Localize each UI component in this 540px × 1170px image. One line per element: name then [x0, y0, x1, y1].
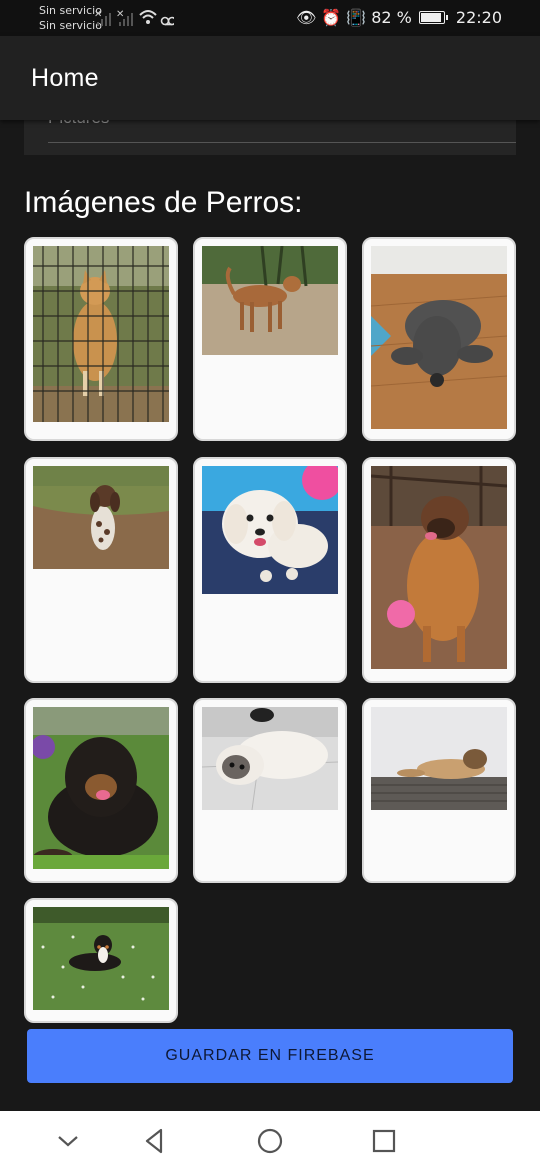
dog-photo-card[interactable] [24, 898, 178, 1023]
signal-wifi-icons: ✕ ✕ [94, 9, 174, 26]
dog-photo-card[interactable] [24, 457, 178, 683]
shih-tzu-lying-photo [202, 707, 338, 810]
brown-dog-standing-photo [202, 246, 338, 355]
svg-text:✕: ✕ [94, 9, 102, 20]
recents-square-icon[interactable] [368, 1125, 400, 1157]
bernese-puppy-in-grass-photo [33, 907, 169, 1010]
back-triangle-icon[interactable] [138, 1125, 170, 1157]
app-bar: Home [0, 36, 540, 120]
battery-icon [418, 11, 448, 24]
spaniel-in-field-photo [33, 466, 169, 569]
dog-photo-card[interactable] [193, 698, 347, 883]
shiba-behind-fence-photo [33, 246, 169, 422]
tibetan-mastiff-photo [33, 707, 169, 869]
eye-icon: 👁 [296, 8, 317, 27]
dog-photo-card[interactable] [193, 457, 347, 683]
system-nav-bar [0, 1111, 540, 1170]
svg-text:✕: ✕ [116, 9, 124, 20]
dog-photo-card[interactable] [362, 457, 516, 683]
gallery-title: Imágenes de Perros: [24, 186, 303, 219]
dog-photo-card[interactable] [193, 237, 347, 441]
save-to-firebase-button[interactable]: GUARDAR EN FIREBASE [27, 1029, 513, 1083]
dog-photo-card[interactable] [24, 698, 178, 883]
dog-photo-card[interactable] [362, 237, 516, 441]
battery-percent: 82 % [371, 8, 412, 27]
status-right: 👁 ⏰ 📳 82 % 22:20 [296, 8, 502, 27]
alarm-icon: ⏰ [321, 8, 342, 27]
white-fluffy-dog-photo [202, 466, 338, 594]
chevron-down-icon[interactable] [52, 1125, 84, 1157]
dog-lying-on-deck-photo [371, 707, 507, 810]
dog-photo-card[interactable] [24, 237, 178, 441]
leonberger-sitting-photo [371, 466, 507, 669]
dog-photo-card[interactable] [362, 698, 516, 883]
clock: 22:20 [455, 8, 502, 27]
grey-poodle-lying-photo [371, 246, 507, 429]
carrier-info: Sin servicio Sin servicio [39, 3, 102, 33]
vibrate-icon: 📳 [346, 8, 367, 27]
page-title: Home [31, 64, 99, 92]
carrier-1-label: Sin servicio [39, 4, 102, 17]
divider [48, 142, 516, 143]
home-circle-icon[interactable] [254, 1125, 286, 1157]
battery-fill [420, 13, 441, 22]
carrier-2-label: Sin servicio [39, 19, 102, 32]
status-bar: Sin servicio Sin servicio ✕ ✕ 👁 ⏰ 📳 82 %… [0, 0, 540, 36]
